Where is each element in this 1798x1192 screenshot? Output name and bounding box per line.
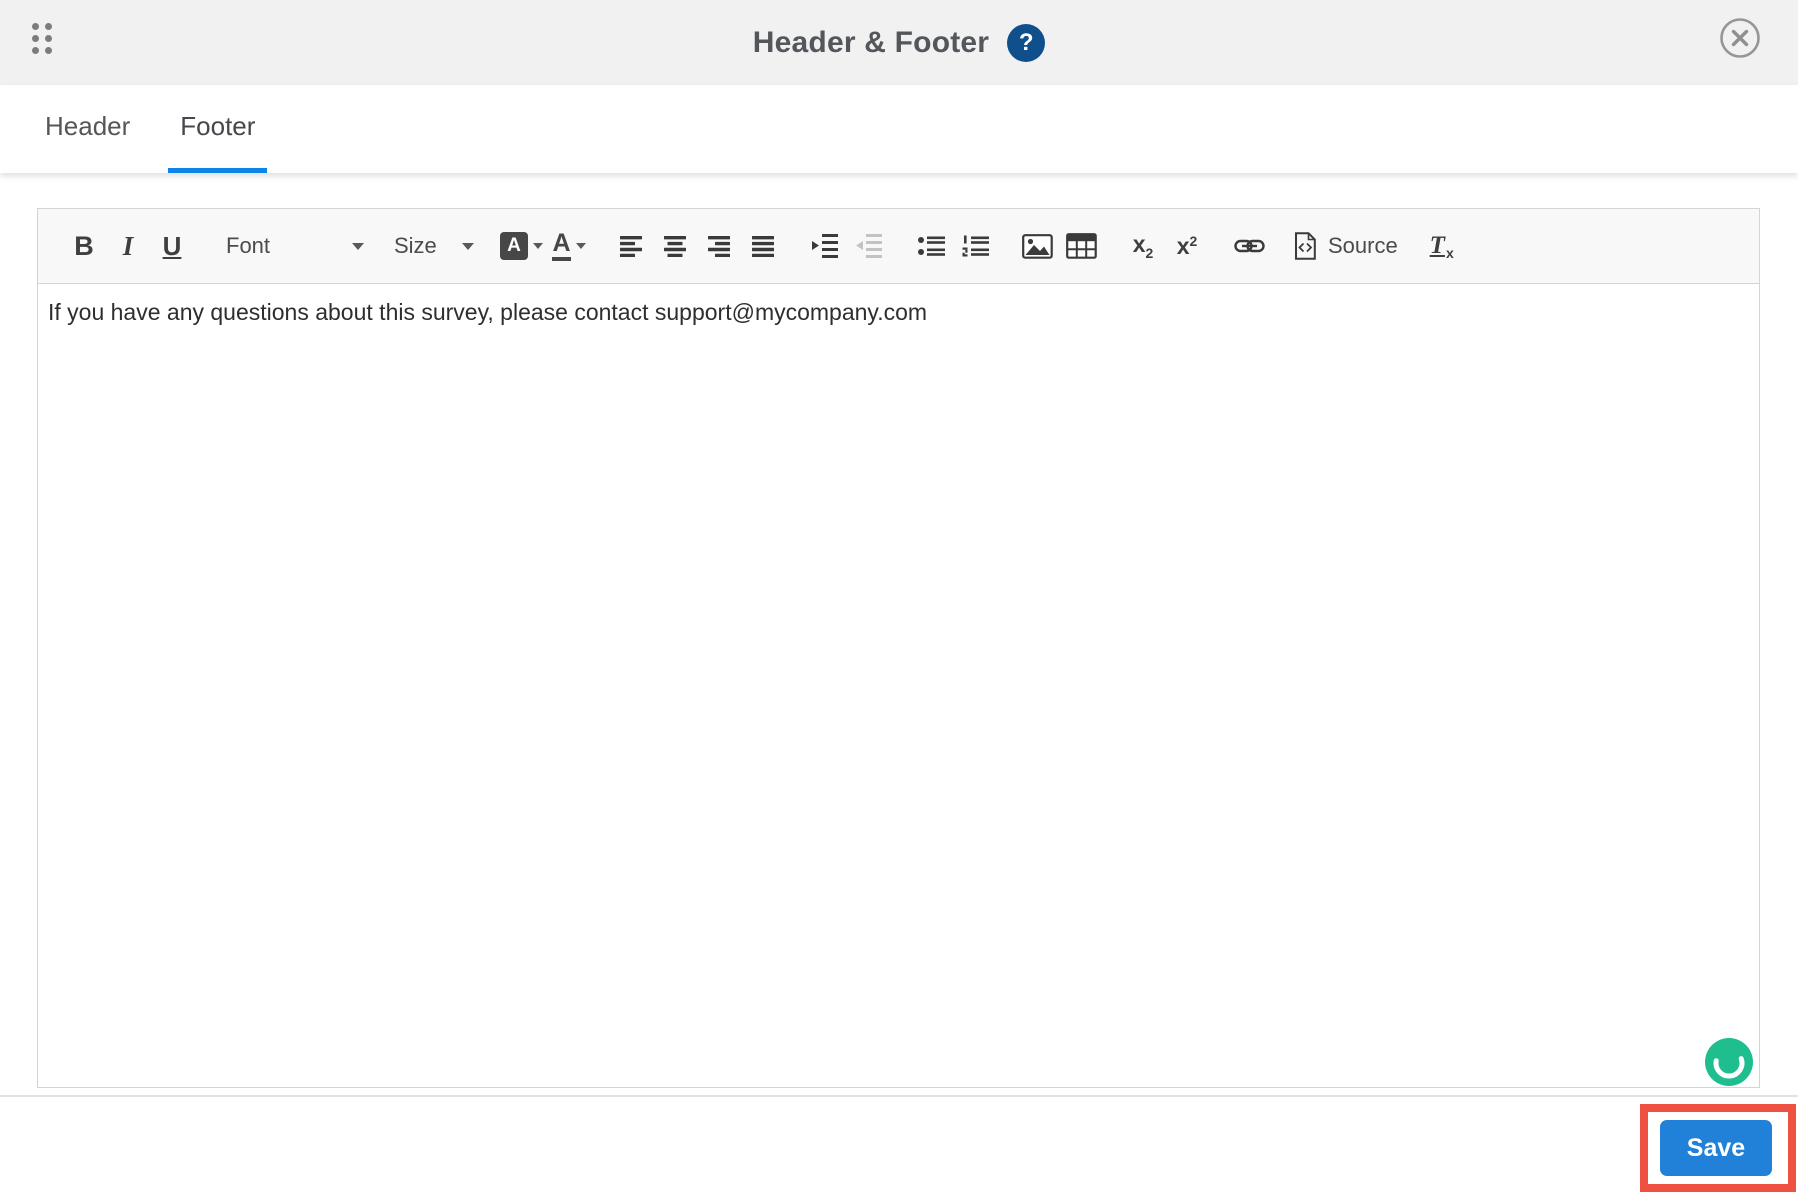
insert-link-button[interactable] [1231, 223, 1267, 269]
tab-footer[interactable]: Footer [168, 85, 268, 173]
insert-table-button[interactable] [1063, 223, 1099, 269]
italic-button[interactable]: I [110, 223, 146, 269]
tab-footer-label: Footer [180, 111, 256, 141]
dialog-bottom-bar [0, 1095, 1798, 1192]
numbered-list-button[interactable] [957, 223, 993, 269]
text-color-icon: A [552, 231, 571, 261]
increase-indent-button[interactable] [807, 223, 843, 269]
editor-content-area[interactable]: If you have any questions about this sur… [38, 284, 1759, 1087]
bold-icon: B [74, 230, 94, 261]
rich-text-editor: B I U Font Size A A x2 x2 Source Tx If y… [37, 208, 1760, 1088]
decrease-indent-button[interactable] [851, 223, 887, 269]
font-dropdown[interactable]: Font [226, 223, 364, 269]
subscript-icon: x2 [1133, 231, 1154, 261]
italic-icon: I [122, 230, 134, 261]
insert-image-button[interactable] [1019, 223, 1055, 269]
save-button-label: Save [1686, 1133, 1746, 1162]
tab-header[interactable]: Header [45, 85, 130, 173]
source-button[interactable]: Source [1293, 223, 1398, 269]
subscript-mark: 2 [1145, 245, 1154, 261]
header-footer-dialog: { "titlebar": { "title": "Header & Foote… [0, 0, 1798, 1192]
help-glyph: ? [1018, 28, 1034, 56]
increase-indent-icon [812, 234, 838, 258]
drag-handle-icon[interactable] [32, 23, 52, 54]
background-color-letter: A [507, 235, 521, 256]
chevron-down-icon [575, 243, 586, 249]
dialog-content: B I U Font Size A A x2 x2 Source Tx If y… [0, 173, 1798, 1095]
source-button-label: Source [1328, 233, 1398, 258]
subscript-button[interactable]: x2 [1125, 223, 1161, 269]
background-color-icon: A [500, 232, 528, 260]
remove-format-mark: x [1445, 244, 1454, 261]
decrease-indent-icon [856, 234, 882, 258]
dialog-title: Header & Footer [752, 25, 990, 59]
justify-icon [751, 235, 774, 257]
chevron-down-icon [533, 243, 543, 249]
superscript-icon: x2 [1177, 233, 1198, 260]
align-center-button[interactable] [657, 223, 693, 269]
underline-icon: U [162, 230, 182, 261]
tab-header-label: Header [45, 111, 131, 141]
size-dropdown-label: Size [394, 233, 437, 258]
link-icon [1233, 239, 1265, 253]
bulleted-list-icon [917, 236, 945, 256]
remove-format-base: T [1429, 231, 1445, 259]
superscript-button[interactable]: x2 [1169, 223, 1205, 269]
editor-toolbar: B I U Font Size A A x2 x2 Source Tx [38, 209, 1759, 284]
editor-paragraph: If you have any questions about this sur… [48, 299, 928, 325]
tab-bar: Header Footer [0, 85, 1798, 173]
remove-format-icon: Tx [1430, 232, 1454, 261]
chevron-down-icon [352, 242, 364, 250]
dialog-titlebar: Header & Footer ? [0, 0, 1798, 85]
subscript-base: x [1132, 231, 1146, 257]
align-left-icon [619, 235, 642, 257]
help-icon[interactable]: ? [1007, 23, 1046, 62]
image-icon [1021, 233, 1053, 259]
background-color-button[interactable]: A [500, 223, 543, 269]
superscript-mark: 2 [1189, 232, 1198, 249]
text-color-button[interactable]: A [551, 223, 587, 269]
underline-button[interactable]: U [154, 223, 190, 269]
align-right-button[interactable] [701, 223, 737, 269]
align-center-icon [663, 235, 686, 257]
source-code-icon [1295, 232, 1316, 260]
chevron-down-icon [462, 242, 474, 250]
bold-button[interactable]: B [66, 223, 102, 269]
align-right-icon [707, 235, 730, 257]
save-button[interactable]: Save [1660, 1120, 1772, 1176]
bulleted-list-button[interactable] [913, 223, 949, 269]
title-group: Header & Footer ? [752, 23, 1046, 62]
numbered-list-icon [962, 235, 989, 257]
size-dropdown[interactable]: Size [394, 223, 474, 269]
font-dropdown-label: Font [226, 233, 271, 258]
justify-button[interactable] [745, 223, 781, 269]
align-left-button[interactable] [613, 223, 649, 269]
superscript-base: x [1176, 232, 1190, 259]
table-icon [1065, 233, 1097, 259]
close-icon [1720, 18, 1760, 58]
remove-format-button[interactable]: Tx [1424, 223, 1460, 269]
smile-arc-icon [1705, 1038, 1753, 1086]
close-button[interactable] [1718, 16, 1762, 60]
feedback-beacon-button[interactable] [1705, 1038, 1753, 1086]
